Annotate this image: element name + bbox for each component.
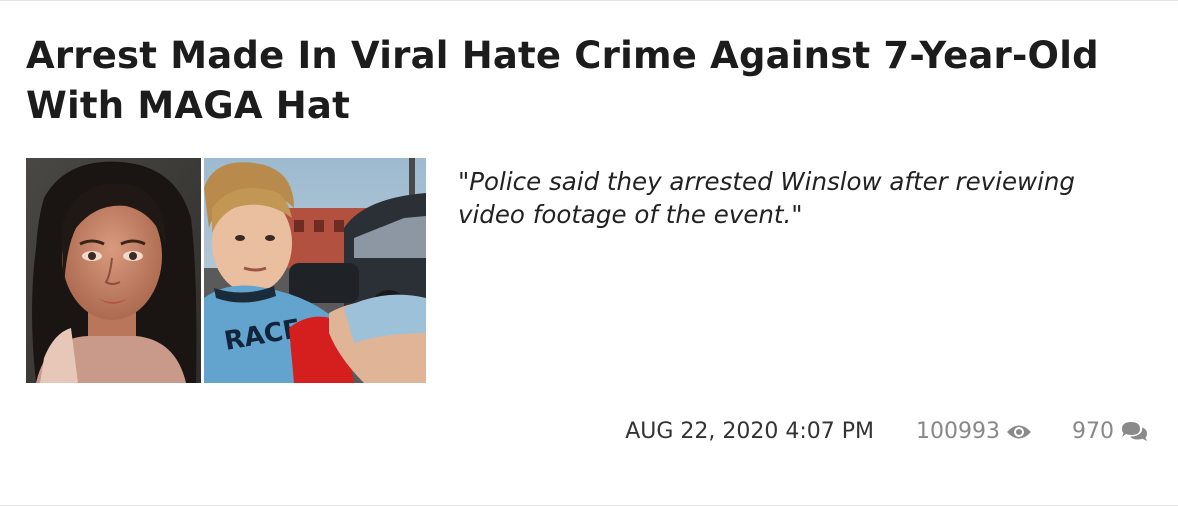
views-stat: 100993 [916, 419, 1032, 444]
comments-stat[interactable]: 970 [1072, 419, 1148, 444]
article-card: Arrest Made In Viral Hate Crime Against … [0, 0, 1178, 506]
publish-date: AUG 22, 2020 4:07 PM [625, 419, 875, 444]
article-thumbnail[interactable]: RACE [26, 158, 426, 383]
article-quote: "Police said they arrested Winslow after… [458, 167, 1075, 229]
eye-icon [1007, 425, 1031, 438]
article-meta: AUG 22, 2020 4:07 PM 100993 970 [625, 419, 1148, 444]
comments-count: 970 [1072, 419, 1114, 444]
comments-icon [1122, 421, 1147, 441]
views-count: 100993 [916, 419, 1000, 444]
article-headline[interactable]: Arrest Made In Viral Hate Crime Against … [26, 31, 1146, 131]
child-video-still: RACE [204, 158, 426, 383]
mugshot-photo [26, 158, 201, 383]
